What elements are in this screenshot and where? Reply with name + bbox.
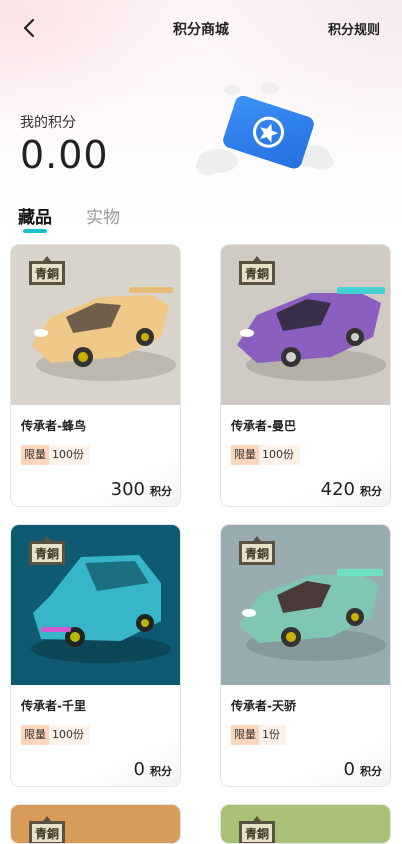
limit-quantity: 100份 <box>49 445 90 465</box>
product-card[interactable]: 青銅 <box>10 804 181 844</box>
bronze-badge-icon: 青銅 <box>239 536 275 565</box>
product-card[interactable]: 青銅 传承者-千里 限量 100份 0 积分 <box>10 524 181 787</box>
limit-tag: 限量 <box>21 445 49 465</box>
svg-text:青銅: 青銅 <box>245 546 269 561</box>
product-info: 传承者-蜂鸟 限量 100份 300 积分 <box>11 405 180 506</box>
price-value: 300 <box>110 479 145 500</box>
product-card[interactable]: 青銅 传承者-曼巴 限量 100份 420 积分 <box>220 244 391 507</box>
svg-text:青銅: 青銅 <box>245 266 269 281</box>
product-info: 传承者-曼巴 限量 100份 420 积分 <box>221 405 390 506</box>
bronze-badge-icon: 青銅 <box>239 816 275 843</box>
price-unit: 积分 <box>150 485 172 498</box>
product-name: 传承者-曼巴 <box>231 419 296 433</box>
limit-badge: 限量 100份 <box>21 725 90 745</box>
points-card-illustration <box>196 82 334 175</box>
limit-tag: 限量 <box>21 725 49 745</box>
bronze-badge-icon: 青銅 <box>29 816 65 843</box>
bronze-badge-icon: 青銅 <box>239 256 275 285</box>
svg-text:青銅: 青銅 <box>35 826 59 841</box>
bronze-badge-icon: 青銅 <box>29 536 65 565</box>
price-unit: 积分 <box>360 765 382 778</box>
limit-quantity: 100份 <box>49 725 90 745</box>
limit-badge: 限量 1份 <box>231 725 286 745</box>
product-price: 0 积分 <box>134 759 172 780</box>
price-unit: 积分 <box>360 485 382 498</box>
price-value: 0 <box>343 759 355 780</box>
product-name: 传承者-千里 <box>21 699 86 713</box>
svg-text:青銅: 青銅 <box>245 826 269 841</box>
my-points-label: 我的积分 <box>20 115 76 131</box>
price-value: 420 <box>320 479 355 500</box>
product-price: 0 积分 <box>344 759 382 780</box>
limit-tag: 限量 <box>231 725 259 745</box>
bronze-badge-icon: 青銅 <box>29 256 65 285</box>
my-points-value: 0.00 <box>20 133 109 177</box>
active-tab-indicator <box>23 229 47 233</box>
tab-physical[interactable]: 实物 <box>86 203 120 228</box>
limit-tag: 限量 <box>231 445 259 465</box>
tab-collectibles[interactable]: 藏品 <box>18 203 52 228</box>
limit-badge: 限量 100份 <box>231 445 300 465</box>
price-value: 0 <box>133 759 145 780</box>
svg-text:青銅: 青銅 <box>35 266 59 281</box>
limit-quantity: 100份 <box>259 445 300 465</box>
product-card[interactable]: 青銅 <box>220 804 391 844</box>
product-price: 300 积分 <box>111 479 172 500</box>
product-info: 传承者-天骄 限量 1份 0 积分 <box>221 685 390 786</box>
product-name: 传承者-蜂鸟 <box>21 419 86 433</box>
price-unit: 积分 <box>150 765 172 778</box>
nav-bar: 积分商城 积分规则 <box>0 0 402 56</box>
svg-text:青銅: 青銅 <box>35 546 59 561</box>
category-tabs: 藏品 实物 <box>0 198 402 238</box>
limit-quantity: 1份 <box>259 725 286 745</box>
product-card[interactable]: 青銅 传承者-天骄 限量 1份 0 积分 <box>220 524 391 787</box>
points-rules-link[interactable]: 积分规则 <box>328 19 380 38</box>
limit-badge: 限量 100份 <box>21 445 90 465</box>
product-price: 420 积分 <box>321 479 382 500</box>
product-card[interactable]: 青銅 传承者-蜂鸟 限量 100份 300 积分 <box>10 244 181 507</box>
product-name: 传承者-天骄 <box>231 699 296 713</box>
product-info: 传承者-千里 限量 100份 0 积分 <box>11 685 180 786</box>
